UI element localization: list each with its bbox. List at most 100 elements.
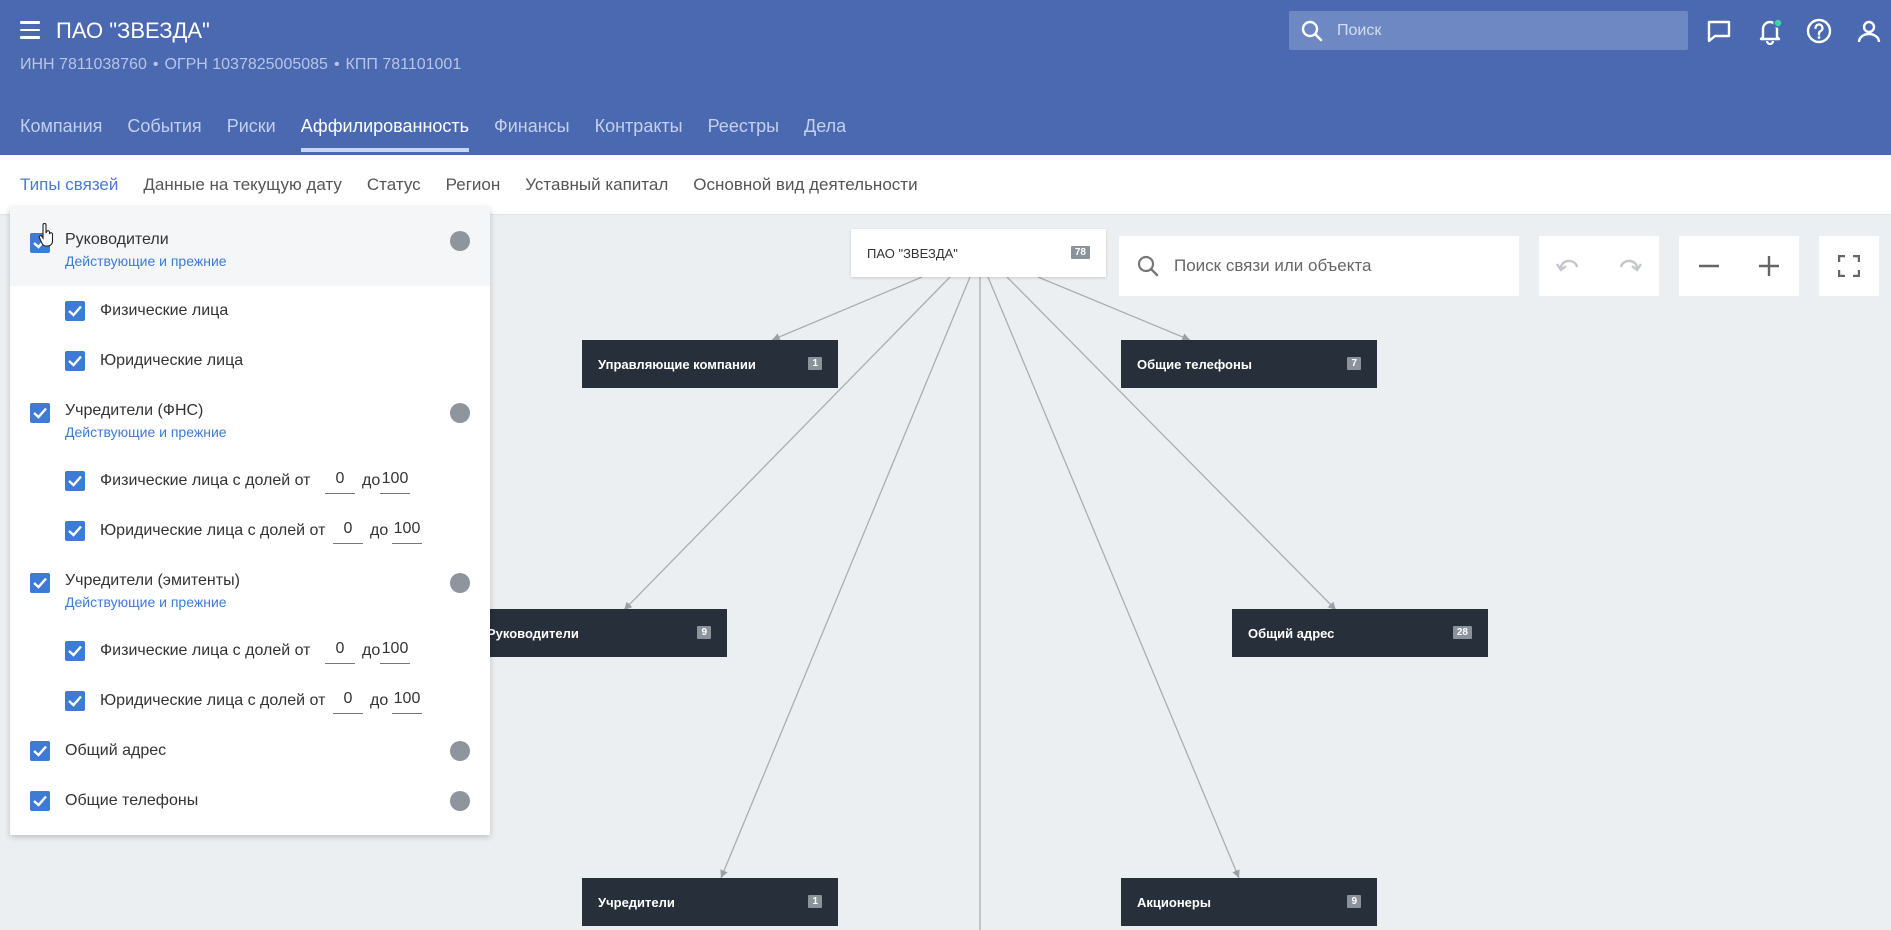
- graph-node-common-address[interactable]: Общий адрес 28: [1232, 609, 1488, 657]
- subtab-region[interactable]: Регион: [446, 175, 501, 195]
- color-dot[interactable]: [450, 573, 470, 593]
- chat-icon[interactable]: [1705, 17, 1733, 45]
- help-icon[interactable]: [1805, 17, 1833, 45]
- filter-label: Общие телефоны: [65, 792, 199, 809]
- tab-finance[interactable]: Финансы: [494, 116, 570, 151]
- graph-search[interactable]: [1119, 236, 1519, 296]
- tab-cases[interactable]: Дела: [804, 116, 846, 151]
- history-controls: [1539, 236, 1659, 296]
- filter-item[interactable]: Физические лица с долей от 0 до 100: [10, 456, 490, 506]
- global-search[interactable]: [1289, 11, 1688, 50]
- checkbox[interactable]: [30, 741, 50, 761]
- share-from-input[interactable]: 0: [333, 518, 363, 544]
- filter-label: Физические лица: [100, 302, 229, 319]
- checkbox[interactable]: [65, 521, 85, 541]
- filter-label: Юридические лица с долей от: [100, 522, 326, 539]
- tab-company[interactable]: Компания: [20, 116, 102, 151]
- status-hint-link[interactable]: Действующие и прежние: [65, 594, 227, 610]
- filter-label: Физические лица с долей от: [100, 472, 311, 489]
- checkbox[interactable]: [30, 573, 50, 593]
- share-from-input[interactable]: 0: [325, 468, 355, 494]
- checkbox[interactable]: [30, 403, 50, 423]
- pointer-cursor-icon: [38, 223, 54, 247]
- tab-risks[interactable]: Риски: [227, 116, 276, 151]
- filter-item[interactable]: Юридические лица с долей от 0 до 100: [10, 506, 490, 556]
- share-from-input[interactable]: 0: [325, 638, 355, 664]
- menu-icon[interactable]: [20, 21, 40, 39]
- filter-item[interactable]: Юридические лица: [10, 336, 490, 386]
- checkbox[interactable]: [65, 301, 85, 321]
- checkbox[interactable]: [30, 791, 50, 811]
- undo-button[interactable]: [1539, 236, 1599, 296]
- subtab-activity[interactable]: Основной вид деятельности: [693, 175, 917, 195]
- node-label: Управляющие компании: [598, 356, 756, 372]
- tab-registries[interactable]: Реестры: [708, 116, 779, 151]
- node-count: 7: [1347, 357, 1361, 370]
- subtab-capital[interactable]: Уставный капитал: [525, 175, 668, 195]
- color-dot[interactable]: [450, 403, 470, 423]
- main-nav: Компания События Риски Аффилированность …: [20, 116, 871, 152]
- tab-contracts[interactable]: Контракты: [595, 116, 683, 151]
- filter-group-directors[interactable]: Руководители Действующие и прежние: [10, 207, 490, 286]
- filter-item[interactable]: Физические лица с долей от 0 до 100: [10, 626, 490, 676]
- share-to-label: до: [370, 692, 389, 709]
- share-to-label: до: [362, 642, 381, 659]
- share-from-input[interactable]: 0: [333, 688, 363, 714]
- undo-icon: [1556, 259, 1579, 272]
- filter-tabs: Типы связей Данные на текущую дату Стату…: [0, 155, 1891, 215]
- filter-group-founders-fns[interactable]: Учредители (ФНС) Действующие и прежние: [10, 386, 490, 456]
- share-to-input[interactable]: 100: [380, 468, 410, 494]
- subtab-current-date[interactable]: Данные на текущую дату: [143, 175, 342, 195]
- filter-group-common-address[interactable]: Общий адрес: [10, 726, 490, 776]
- user-icon[interactable]: [1855, 17, 1883, 45]
- check-icon: [68, 305, 82, 317]
- filter-group-common-phones[interactable]: Общие телефоны: [10, 776, 490, 826]
- fullscreen-button[interactable]: [1819, 236, 1879, 296]
- checkbox[interactable]: [65, 691, 85, 711]
- graph-node-directors[interactable]: Руководители 9: [471, 609, 727, 657]
- root-node-count: 78: [1070, 246, 1090, 259]
- graph-node-shareholders[interactable]: Акционеры 9: [1121, 878, 1377, 926]
- share-to-input[interactable]: 100: [392, 518, 422, 544]
- graph-root-node[interactable]: ПАО "ЗВЕЗДА" 78: [851, 229, 1106, 277]
- tab-affiliation[interactable]: Аффилированность: [300, 116, 470, 152]
- subtab-status[interactable]: Статус: [367, 175, 421, 195]
- minus-icon: [1699, 264, 1719, 268]
- node-label: Акционеры: [1137, 894, 1211, 910]
- graph-node-managing-companies[interactable]: Управляющие компании 1: [582, 340, 838, 388]
- graph-node-founders[interactable]: Учредители 1: [582, 878, 838, 926]
- edge-common-address: [1006, 276, 1337, 611]
- color-dot[interactable]: [450, 791, 470, 811]
- filter-item[interactable]: Юридические лица с долей от 0 до 100: [10, 676, 490, 726]
- graph-node-common-phones[interactable]: Общие телефоны 7: [1121, 340, 1377, 388]
- zoom-in-button[interactable]: [1739, 236, 1799, 296]
- color-dot[interactable]: [450, 741, 470, 761]
- bell-icon[interactable]: [1756, 17, 1784, 45]
- filter-group-founders-issuers[interactable]: Учредители (эмитенты) Действующие и преж…: [10, 556, 490, 626]
- share-to-input[interactable]: 100: [380, 638, 410, 664]
- checkbox[interactable]: [65, 471, 85, 491]
- node-count: 9: [697, 626, 711, 639]
- check-icon: [33, 577, 47, 589]
- status-hint-link[interactable]: Действующие и прежние: [65, 424, 227, 440]
- graph-search-input[interactable]: [1174, 236, 1504, 296]
- company-identifiers: ИНН 7811038760 • ОГРН 1037825005085 • КПП 78…: [20, 56, 461, 74]
- checkbox[interactable]: [65, 641, 85, 661]
- filter-label: Общий адрес: [65, 742, 167, 759]
- redo-button[interactable]: [1599, 236, 1659, 296]
- check-icon: [33, 407, 47, 419]
- status-hint-link[interactable]: Действующие и прежние: [65, 253, 227, 269]
- subtab-link-types[interactable]: Типы связей: [20, 175, 118, 195]
- share-to-input[interactable]: 100: [392, 688, 422, 714]
- zoom-out-button[interactable]: [1679, 236, 1739, 296]
- app-header: ПАО "ЗВЕЗДА" ИНН 7811038760 • ОГРН 1037825…: [0, 0, 1891, 155]
- check-icon: [68, 645, 82, 657]
- tab-events[interactable]: События: [127, 116, 201, 151]
- color-dot[interactable]: [450, 231, 470, 251]
- checkbox[interactable]: [65, 351, 85, 371]
- node-count: 9: [1347, 895, 1361, 908]
- separator: •: [333, 56, 340, 73]
- filter-item[interactable]: Физические лица: [10, 286, 490, 336]
- search-input[interactable]: [1337, 11, 1677, 50]
- inn-value: ИНН 7811038760: [20, 56, 147, 73]
